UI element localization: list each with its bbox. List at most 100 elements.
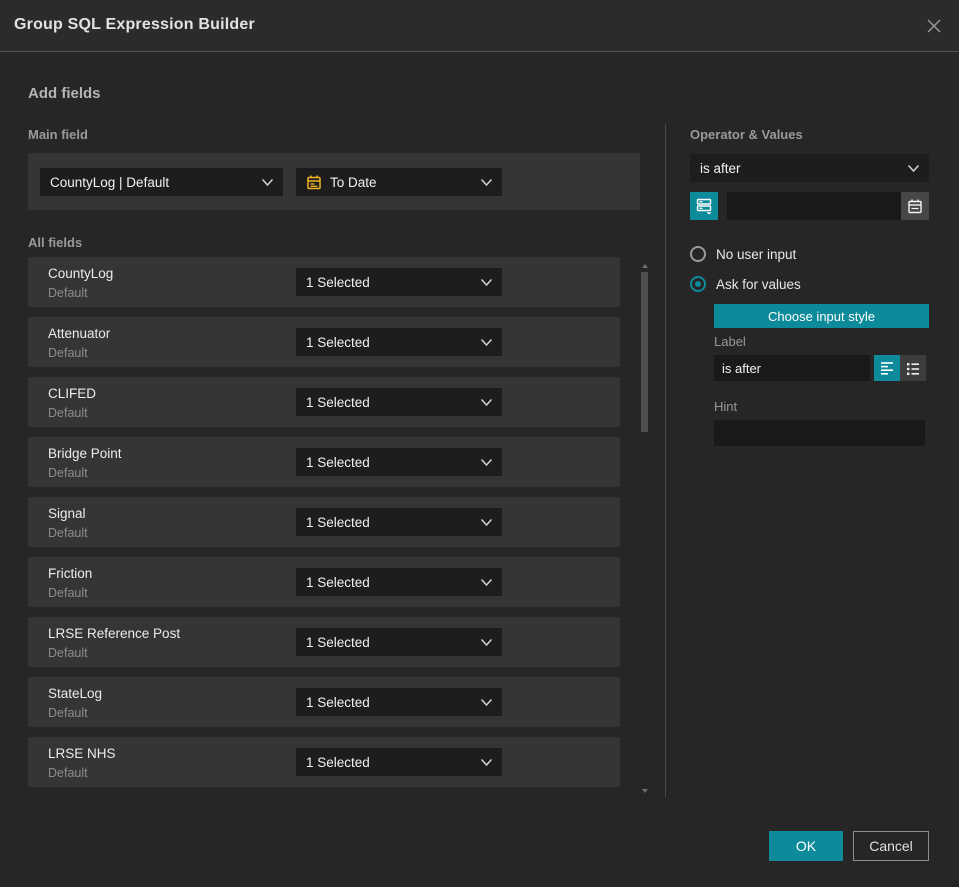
field-subtitle: Default <box>48 706 88 720</box>
chevron-down-icon <box>481 578 492 586</box>
field-selected-dropdown[interactable]: 1 Selected <box>296 508 502 536</box>
hint-field-label: Hint <box>714 399 738 414</box>
field-selected-dropdown[interactable]: 1 Selected <box>296 748 502 776</box>
field-name: CLIFED <box>48 386 97 401</box>
field-subtitle: Default <box>48 466 88 480</box>
chevron-down-icon <box>481 518 492 526</box>
field-selected-value: 1 Selected <box>306 274 370 290</box>
chevron-down-icon <box>262 178 273 186</box>
field-selected-value: 1 Selected <box>306 514 370 530</box>
field-subtitle: Default <box>48 286 88 300</box>
field-name: Signal <box>48 506 86 521</box>
chevron-down-icon <box>481 638 492 646</box>
align-left-icon <box>880 362 894 375</box>
field-selected-value: 1 Selected <box>306 334 370 350</box>
field-row: Friction Default 1 Selected <box>28 557 620 607</box>
date-mode-select[interactable]: To Date <box>296 168 502 196</box>
panel-divider <box>665 124 666 797</box>
field-subtitle: Default <box>48 526 88 540</box>
chevron-down-icon <box>481 758 492 766</box>
all-fields-label: All fields <box>28 235 83 250</box>
field-selected-dropdown[interactable]: 1 Selected <box>296 268 502 296</box>
chevron-down-icon <box>481 278 492 286</box>
field-name: Attenuator <box>48 326 111 341</box>
chevron-down-icon <box>908 164 919 172</box>
dialog-title: Group SQL Expression Builder <box>14 16 255 33</box>
ok-button[interactable]: OK <box>769 831 843 861</box>
field-name: LRSE Reference Post <box>48 626 181 641</box>
field-name: Friction <box>48 566 93 581</box>
value-stack-icon <box>696 198 712 215</box>
field-subtitle: Default <box>48 586 88 600</box>
all-fields-list: CountyLog Default 1 Selected Attenuator … <box>28 257 620 797</box>
label-style-toggle <box>874 355 926 381</box>
value-type-button[interactable] <box>690 192 718 220</box>
scroll-down-icon[interactable] <box>642 789 648 793</box>
field-selected-dropdown[interactable]: 1 Selected <box>296 688 502 716</box>
main-field-card: CountyLog | Default To Date <box>28 153 640 210</box>
calendar-icon <box>306 174 322 190</box>
field-selected-value: 1 Selected <box>306 634 370 650</box>
operator-select[interactable]: is after <box>690 154 929 182</box>
group-sql-expression-builder-dialog: Group SQL Expression Builder Add fields … <box>0 0 959 887</box>
chevron-down-icon <box>481 398 492 406</box>
field-subtitle: Default <box>48 346 88 360</box>
field-selected-value: 1 Selected <box>306 454 370 470</box>
scrollbar-thumb[interactable] <box>641 272 648 432</box>
field-selected-dropdown[interactable]: 1 Selected <box>296 628 502 656</box>
close-icon <box>927 19 941 33</box>
radio-no-user-input[interactable]: No user input <box>690 246 796 262</box>
align-left-style-button[interactable] <box>874 355 900 381</box>
main-field-select-value: CountyLog | Default <box>50 174 170 190</box>
label-input[interactable] <box>714 355 870 381</box>
operator-values-heading: Operator & Values <box>690 127 803 142</box>
chevron-down-icon <box>481 698 492 706</box>
chevron-down-icon <box>481 338 492 346</box>
field-subtitle: Default <box>48 646 88 660</box>
field-selected-dropdown[interactable]: 1 Selected <box>296 388 502 416</box>
radio-circle-checked-icon[interactable] <box>690 276 706 292</box>
chevron-down-icon <box>481 458 492 466</box>
radio-ask-for-values[interactable]: Ask for values <box>690 276 801 292</box>
field-row: CountyLog Default 1 Selected <box>28 257 620 307</box>
label-field-label: Label <box>714 334 746 349</box>
close-button[interactable] <box>923 15 945 37</box>
field-row: Signal Default 1 Selected <box>28 497 620 547</box>
main-field-label: Main field <box>28 127 88 142</box>
field-subtitle: Default <box>48 406 88 420</box>
add-fields-heading: Add fields <box>28 85 101 102</box>
field-selected-value: 1 Selected <box>306 754 370 770</box>
radio-circle-icon[interactable] <box>690 246 706 262</box>
chevron-down-icon <box>481 178 492 186</box>
field-name: Bridge Point <box>48 446 122 461</box>
main-field-select[interactable]: CountyLog | Default <box>40 168 283 196</box>
date-value-input[interactable] <box>727 192 901 220</box>
list-style-button[interactable] <box>900 355 926 381</box>
radio-no-user-input-label: No user input <box>716 246 797 262</box>
fields-list-scrollbar[interactable] <box>641 260 649 797</box>
cancel-button[interactable]: Cancel <box>853 831 929 861</box>
field-row: Attenuator Default 1 Selected <box>28 317 620 367</box>
date-mode-select-value: To Date <box>330 174 377 190</box>
field-name: LRSE NHS <box>48 746 116 761</box>
field-row: StateLog Default 1 Selected <box>28 677 620 727</box>
field-selected-dropdown[interactable]: 1 Selected <box>296 448 502 476</box>
field-name: StateLog <box>48 686 103 701</box>
field-subtitle: Default <box>48 766 88 780</box>
field-selected-value: 1 Selected <box>306 694 370 710</box>
field-row: Bridge Point Default 1 Selected <box>28 437 620 487</box>
list-icon <box>906 362 920 376</box>
field-selected-dropdown[interactable]: 1 Selected <box>296 568 502 596</box>
value-input-row <box>690 192 929 220</box>
choose-input-style-button[interactable]: Choose input style <box>714 304 929 328</box>
hint-input[interactable] <box>714 420 925 446</box>
calendar-icon <box>908 198 922 214</box>
field-selected-dropdown[interactable]: 1 Selected <box>296 328 502 356</box>
field-row: CLIFED Default 1 Selected <box>28 377 620 427</box>
scroll-up-icon[interactable] <box>642 264 648 268</box>
field-selected-value: 1 Selected <box>306 574 370 590</box>
field-row: LRSE NHS Default 1 Selected <box>28 737 620 787</box>
radio-ask-for-values-label: Ask for values <box>716 276 801 292</box>
field-name: CountyLog <box>48 266 114 281</box>
date-picker-button[interactable] <box>901 192 929 220</box>
